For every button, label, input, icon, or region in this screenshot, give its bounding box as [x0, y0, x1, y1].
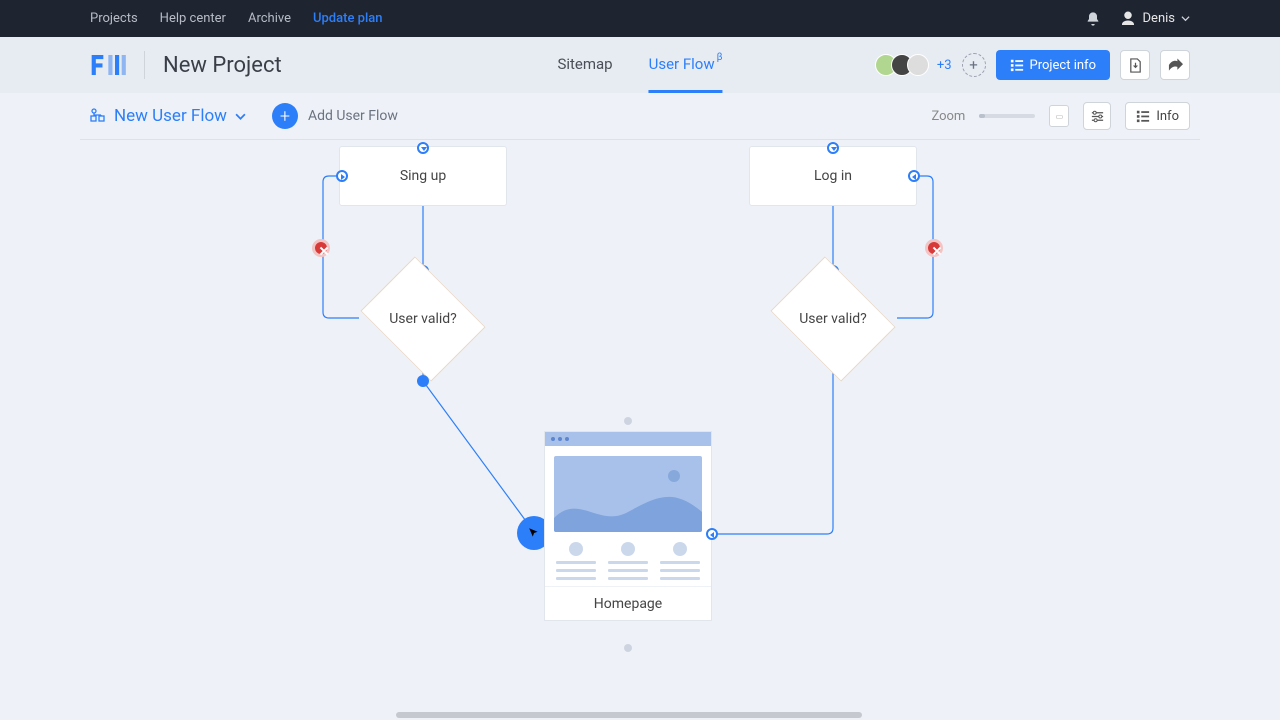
avatar-icon: [1119, 9, 1137, 29]
node-login[interactable]: Log in: [749, 146, 917, 206]
port-left[interactable]: [336, 170, 348, 182]
app-logo-icon[interactable]: [90, 53, 130, 77]
download-icon: [1128, 58, 1143, 73]
top-nav: Projects Help center Archive Update plan…: [0, 0, 1280, 37]
horizontal-scrollbar[interactable]: [396, 712, 862, 718]
nav-help[interactable]: Help center: [160, 11, 226, 26]
flow-canvas[interactable]: Sing up Log in User valid? User valid?: [0, 93, 1280, 720]
avatar: [907, 54, 929, 76]
nav-projects[interactable]: Projects: [90, 11, 138, 26]
connectors: [0, 93, 1280, 720]
main-tabs: Sitemap User Flow β: [557, 37, 722, 93]
project-header: New Project Sitemap User Flow β +3 + Pro…: [0, 37, 1280, 93]
chevron-down-icon: [1181, 14, 1190, 23]
port-right[interactable]: [908, 170, 920, 182]
node-homepage[interactable]: Homepage: [544, 431, 712, 621]
page-node-title: Homepage: [594, 596, 662, 612]
error-badge-icon: [925, 239, 943, 257]
node-user-valid-right[interactable]: User valid?: [768, 269, 898, 369]
port-top[interactable]: [827, 142, 839, 154]
notifications-icon[interactable]: [1085, 11, 1101, 27]
share-button[interactable]: [1160, 50, 1190, 80]
export-button[interactable]: [1120, 50, 1150, 80]
tab-sitemap[interactable]: Sitemap: [557, 37, 612, 93]
beta-badge: β: [717, 52, 723, 63]
collaborator-extra-count: +3: [937, 58, 952, 73]
connection-handle[interactable]: [417, 375, 429, 387]
project-title[interactable]: New Project: [163, 53, 282, 78]
port-placeholder[interactable]: [624, 417, 632, 425]
tab-userflow[interactable]: User Flow β: [649, 37, 723, 93]
add-collaborator-button[interactable]: +: [962, 53, 986, 77]
user-menu[interactable]: Denis: [1119, 9, 1190, 29]
port-right[interactable]: [706, 528, 718, 540]
collaborators[interactable]: +3 +: [881, 53, 986, 77]
share-icon: [1168, 58, 1183, 72]
project-info-button[interactable]: Project info: [996, 50, 1110, 80]
browser-chrome-icon: [545, 432, 711, 446]
node-signup[interactable]: Sing up: [339, 146, 507, 206]
port-placeholder[interactable]: [624, 644, 632, 652]
cursor-icon: [528, 527, 540, 539]
page-preview: [545, 446, 711, 586]
nav-archive[interactable]: Archive: [248, 11, 291, 26]
port-top[interactable]: [417, 142, 429, 154]
error-badge-icon: [312, 239, 330, 257]
user-name: Denis: [1143, 11, 1175, 26]
nav-update-plan[interactable]: Update plan: [313, 11, 383, 26]
list-icon: [1010, 58, 1024, 72]
node-user-valid-left[interactable]: User valid?: [358, 269, 488, 369]
